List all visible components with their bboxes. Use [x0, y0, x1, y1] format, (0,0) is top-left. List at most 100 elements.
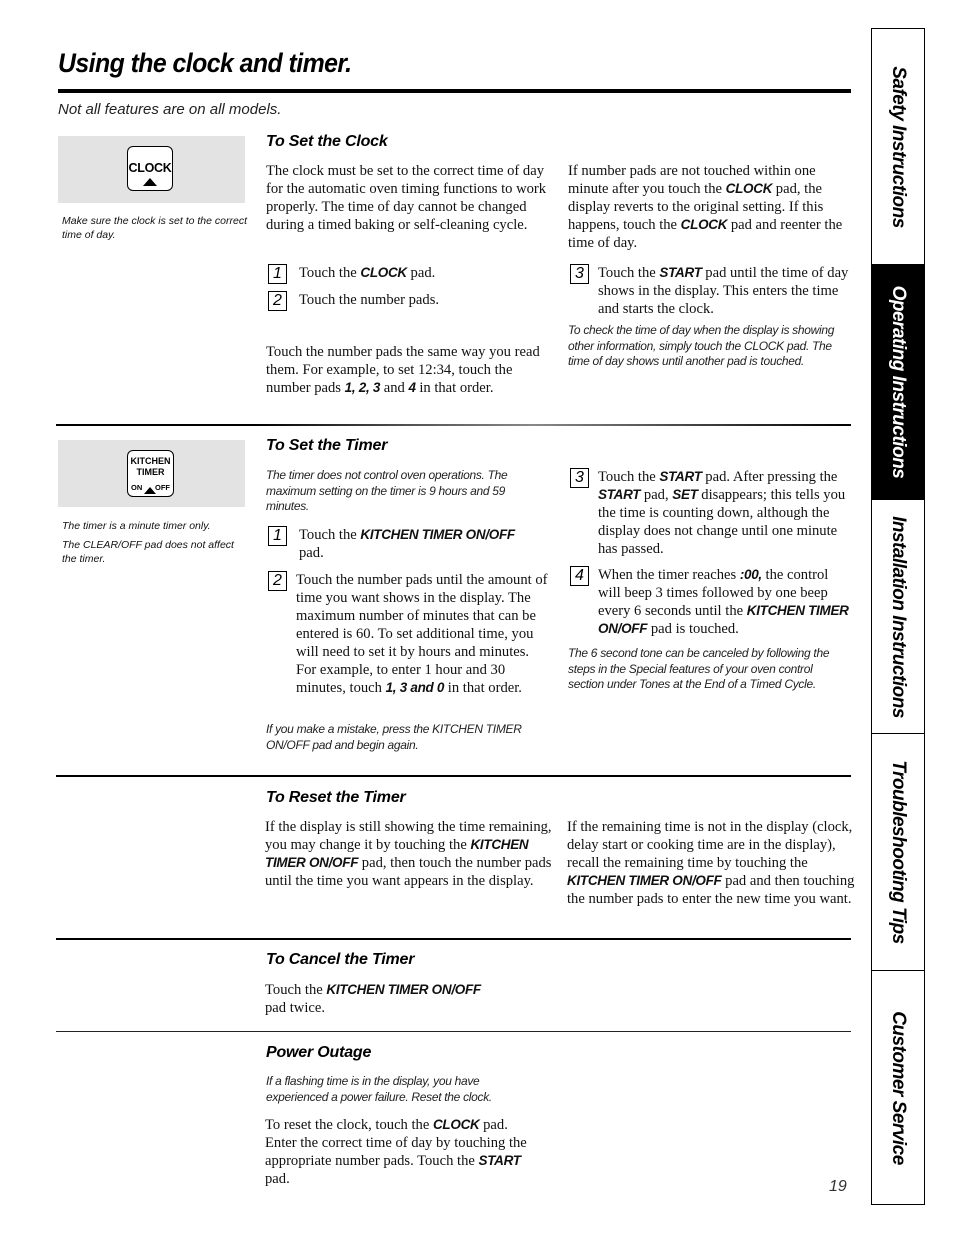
- kitchen-timer-pad-illustration: KITCHEN TIMER ON OFF: [58, 440, 245, 507]
- page-title: Using the clock and timer.: [58, 48, 352, 78]
- keyword: CLOCK: [432, 1117, 480, 1132]
- step-text: Touch the KITCHEN TIMER ON/OFF pad.: [299, 526, 529, 562]
- text: in that order.: [415, 380, 494, 396]
- keyword: START: [478, 1153, 522, 1168]
- tab-label: Operating Instructions: [888, 285, 909, 479]
- text: pad.: [299, 545, 324, 561]
- tab-customer-service[interactable]: Customer Service: [872, 971, 924, 1204]
- power-outage-heading: Power Outage: [266, 1044, 372, 1061]
- keyword: CLOCK: [680, 217, 728, 232]
- text: Touch the number pads until the amount o…: [296, 572, 548, 696]
- step-text: Touch the START pad until the time of da…: [598, 264, 850, 318]
- clock-pad-label: CLOCK: [128, 161, 172, 175]
- text: pad,: [640, 487, 673, 503]
- timer-step-3: 3 Touch the START pad. After pressing th…: [570, 468, 850, 560]
- keyword: :00,: [739, 567, 762, 582]
- text: If the remaining time is not in the disp…: [567, 819, 853, 871]
- tab-label: Installation Instructions: [888, 515, 909, 718]
- set-clock-heading: To Set the Clock: [266, 133, 388, 150]
- step-text: Touch the START pad. After pressing the …: [598, 468, 850, 558]
- tab-safety-instructions[interactable]: Safety Instructions: [872, 29, 924, 265]
- section-divider: [56, 1031, 851, 1032]
- clock-check-note: To check the time of day when the displa…: [568, 323, 835, 368]
- text: pad.: [406, 265, 436, 281]
- timer-step-4: 4 When the timer reaches :00, the contro…: [570, 566, 852, 640]
- text: pad.: [265, 1171, 290, 1187]
- text: pad. After pressing the: [701, 469, 838, 485]
- clock-step-3: 3 Touch the START pad until the time of …: [570, 264, 850, 320]
- section-divider: [56, 938, 851, 940]
- clock-revert-text: If number pads are not touched within on…: [568, 162, 853, 252]
- keyword: CLOCK: [725, 181, 773, 196]
- pad-label-on: ON: [131, 483, 143, 492]
- set-clock-intro: The clock must be set to the correct tim…: [266, 163, 547, 233]
- tab-operating-instructions[interactable]: Operating Instructions: [872, 265, 924, 500]
- cancel-timer-heading: To Cancel the Timer: [266, 951, 415, 968]
- clock-step-1: 1 Touch the CLOCK pad.: [268, 264, 553, 284]
- tab-installation-instructions[interactable]: Installation Instructions: [872, 500, 924, 734]
- cancel-timer-text: Touch the KITCHEN TIMER ON/OFF pad twice…: [265, 981, 505, 1017]
- step-number: 1: [268, 264, 287, 284]
- set-timer-heading: To Set the Timer: [266, 437, 388, 454]
- keyword: 1, 2, 3: [344, 380, 381, 395]
- keyword: KITCHEN TIMER ON/OFF: [567, 873, 722, 888]
- step-number: 2: [268, 571, 287, 591]
- step-text: When the timer reaches :00, the control …: [598, 566, 854, 638]
- clock-example: Touch the number pads the same way you r…: [266, 343, 554, 397]
- timer-tone-note: The 6 second tone can be canceled by fol…: [568, 646, 830, 691]
- clock-pad-icon: CLOCK: [127, 146, 173, 191]
- text: pad is touched.: [647, 621, 739, 637]
- step-number: 3: [570, 264, 589, 284]
- text: Touch the: [265, 982, 327, 998]
- tab-label: Safety Instructions: [888, 65, 909, 228]
- page-number: 19: [829, 1178, 847, 1195]
- step-number: 4: [570, 566, 589, 586]
- clock-sidenote: Make sure the clock is set to the correc…: [62, 215, 247, 241]
- section-divider: [56, 775, 851, 777]
- step-text: Touch the CLOCK pad.: [299, 264, 435, 282]
- keyword: 4: [408, 380, 416, 395]
- text: Touch the: [299, 265, 361, 281]
- timer-step-2: 2 Touch the number pads until the amount…: [268, 571, 553, 716]
- power-outage-text: To reset the clock, touch the CLOCK pad.…: [265, 1116, 540, 1188]
- text: When the timer reaches: [598, 567, 740, 583]
- reset-timer-left-text: If the display is still showing the time…: [265, 818, 555, 890]
- text: Touch the: [598, 469, 660, 485]
- keyword: START: [659, 265, 702, 280]
- keyword: KITCHEN TIMER ON/OFF: [326, 982, 481, 997]
- pad-label-off: OFF: [155, 483, 170, 492]
- text: pad twice.: [265, 1000, 325, 1016]
- keyword: START: [598, 487, 641, 502]
- kitchen-timer-pad-icon: KITCHEN TIMER ON OFF: [127, 450, 174, 497]
- step-number: 1: [268, 526, 287, 546]
- section-divider: [56, 424, 851, 426]
- keyword: KITCHEN TIMER ON/OFF: [360, 527, 515, 542]
- clock-step-2: 2 Touch the number pads.: [268, 291, 553, 311]
- keyword: SET: [672, 487, 698, 502]
- reset-timer-heading: To Reset the Timer: [266, 789, 406, 806]
- clock-pad-illustration: CLOCK: [58, 136, 245, 203]
- text: Touch the: [598, 265, 660, 281]
- tab-troubleshooting-tips[interactable]: Troubleshooting Tips: [872, 734, 924, 971]
- step-text: Touch the number pads.: [299, 292, 440, 308]
- up-arrow-icon: [144, 487, 156, 494]
- timer-sidenote-1: The timer is a minute timer only.: [62, 520, 211, 532]
- text: To reset the clock, touch the: [265, 1117, 433, 1133]
- tab-label: Troubleshooting Tips: [888, 760, 909, 944]
- text: and: [380, 380, 409, 396]
- pad-label-line1: KITCHEN: [130, 456, 171, 466]
- step-number: 2: [268, 291, 287, 311]
- title-rule: [58, 89, 851, 93]
- page-subtitle: Not all features are on all models.: [58, 101, 282, 118]
- timer-mistake-note: If you make a mistake, press the KITCHEN…: [266, 722, 522, 752]
- step-number: 3: [570, 468, 589, 488]
- timer-intro-note: The timer does not control oven operatio…: [266, 468, 508, 513]
- power-outage-note: If a flashing time is in the display, yo…: [266, 1074, 492, 1104]
- timer-sidenote-2: The CLEAR/OFF pad does not affect the ti…: [62, 539, 234, 565]
- tab-label: Customer Service: [888, 1010, 909, 1165]
- text: Touch the: [299, 527, 361, 543]
- pad-label-line2: TIMER: [136, 467, 165, 477]
- up-arrow-icon: [143, 178, 157, 186]
- keyword: 1, 3 and 0: [385, 680, 445, 695]
- section-tabs: Safety Instructions Operating Instructio…: [871, 28, 925, 1205]
